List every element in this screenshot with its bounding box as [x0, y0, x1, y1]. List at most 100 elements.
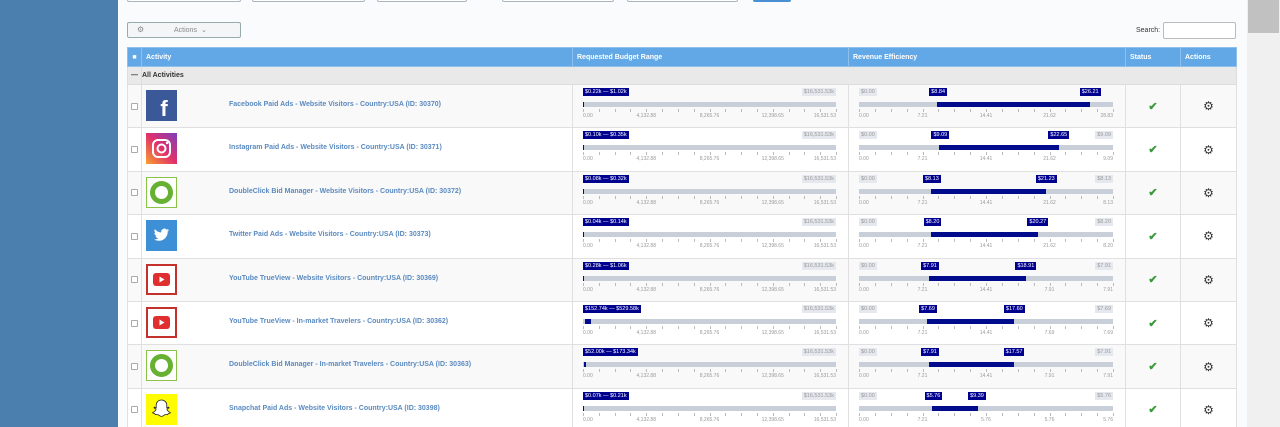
range-track[interactable]	[859, 102, 1113, 107]
range-fill[interactable]	[583, 145, 584, 151]
filter-5[interactable]	[627, 0, 738, 2]
table-row[interactable]: Instagram Paid Ads - Website Visitors - …	[127, 127, 1237, 172]
efficiency-range-slider[interactable]: $0.00 $5.76 $9.39 $5.76 0.00 7.21 5.76 5.76 5.76	[859, 389, 1114, 427]
range-fill[interactable]	[583, 232, 584, 238]
budget-range-slider[interactable]: $52.00k — $173.34k $16,531.53k 0.00 4,132.8…	[583, 345, 837, 388]
gear-icon[interactable]: ⚙	[1203, 143, 1214, 157]
table-row[interactable]: YouTube TrueView - In-market Travelers -…	[127, 300, 1237, 346]
gear-icon[interactable]: ⚙	[1203, 316, 1214, 330]
scrollbar-track[interactable]	[1247, 0, 1280, 427]
gear-icon[interactable]: ⚙	[1203, 99, 1214, 113]
tick-mark	[677, 369, 679, 373]
range-track[interactable]	[583, 102, 836, 107]
header-activity[interactable]: Activity	[141, 47, 573, 67]
range-fill[interactable]	[939, 145, 1059, 151]
table-row[interactable]: f Facebook Paid Ads - Website Visitors - …	[127, 83, 1237, 129]
gear-icon[interactable]: ⚙	[1203, 403, 1214, 417]
table-row[interactable]: Snapchat Paid Ads - Website Visitors - C…	[127, 387, 1237, 427]
budget-range-slider[interactable]: $0.04k — $0.14k $16,531.53k 0.00 4,132.88 8,…	[583, 215, 837, 258]
row-checkbox[interactable]	[131, 406, 138, 414]
activity-link[interactable]: YouTube TrueView - In-market Travelers -…	[229, 318, 448, 325]
activity-link[interactable]: DoubleClick Bid Manager - In-market Trav…	[229, 361, 471, 368]
efficiency-range-slider[interactable]: $0.00 $8.84 $26.21 0.00 7.21 14.41 21.62 28.83	[859, 85, 1114, 128]
row-checkbox[interactable]	[131, 363, 138, 371]
range-track[interactable]	[583, 362, 836, 368]
efficiency-range-slider[interactable]: $0.00 $7.69 $17.60 $7.69 0.00 7.21 14.41 7.69 7.…	[859, 302, 1114, 345]
range-fill[interactable]	[583, 102, 584, 107]
table-row[interactable]: YouTube TrueView - Website Visitors - Co…	[127, 257, 1237, 302]
group-row[interactable]: — All Activities	[127, 66, 1237, 85]
range-track[interactable]	[859, 188, 1113, 194]
filter-2[interactable]	[252, 0, 365, 2]
row-checkbox[interactable]	[131, 232, 138, 240]
range-track[interactable]	[583, 232, 836, 238]
efficiency-range-slider[interactable]: $0.00 $7.91 $17.57 $7.91 0.00 7.21 14.41 7.91 7.…	[859, 345, 1114, 388]
efficiency-range-slider[interactable]: $0.00 $8.20 $20.27 $8.20 0.00 7.21 14.41 21.62 8…	[859, 215, 1114, 258]
range-track[interactable]	[583, 318, 836, 324]
row-checkbox[interactable]	[131, 319, 138, 327]
search-input[interactable]	[1163, 22, 1236, 39]
apply-filter-button[interactable]	[753, 0, 791, 2]
actions-dropdown[interactable]: ⚙ Actions ⌄	[127, 22, 241, 38]
header-revenue-efficiency[interactable]: Revenue Efficiency	[848, 47, 1126, 67]
activity-link[interactable]: Facebook Paid Ads - Website Visitors - C…	[229, 101, 441, 108]
filter-3[interactable]	[377, 0, 467, 2]
range-fill[interactable]	[930, 188, 1047, 194]
range-fill[interactable]	[928, 275, 1026, 281]
range-track[interactable]	[859, 405, 1113, 411]
range-fill[interactable]	[926, 318, 1015, 324]
row-checkbox[interactable]	[131, 102, 138, 110]
range-fill[interactable]	[932, 405, 979, 411]
range-track[interactable]	[583, 145, 836, 151]
select-all-header[interactable]: ■	[127, 47, 142, 67]
activity-link[interactable]: YouTube TrueView - Website Visitors - Co…	[229, 275, 438, 282]
table-row[interactable]: DoubleClick Bid Manager - In-market Trav…	[127, 344, 1237, 389]
range-fill[interactable]	[583, 362, 586, 368]
activity-link[interactable]: DoubleClick Bid Manager - Website Visito…	[229, 188, 461, 195]
range-track[interactable]	[583, 188, 836, 194]
range-track[interactable]	[859, 275, 1113, 281]
efficiency-range-slider[interactable]: $0.00 $7.91 $18.91 $7.91 0.00 7.21 14.41 7.91 7.…	[859, 259, 1114, 302]
range-track[interactable]	[583, 405, 836, 411]
budget-range-slider[interactable]: $0.10k — $0.35k $16,531.53k 0.00 4,132.88 8,…	[583, 128, 837, 171]
header-budget-range[interactable]: Requested Budget Range	[572, 47, 849, 67]
range-track[interactable]	[859, 145, 1113, 151]
gear-icon[interactable]: ⚙	[1203, 229, 1214, 243]
row-checkbox[interactable]	[131, 189, 138, 197]
row-checkbox[interactable]	[131, 276, 138, 284]
efficiency-range-slider[interactable]: $0.00 $9.09 $22.65 $9.09 0.00 7.21 14.41 21.62 9…	[859, 128, 1114, 171]
collapse-icon[interactable]: —	[127, 66, 142, 85]
row-checkbox[interactable]	[131, 146, 138, 154]
budget-range-slider[interactable]: $0.22k — $1.02k $16,531.53k 0.00 4,132.88 8,…	[583, 85, 837, 128]
gear-icon[interactable]: ⚙	[1203, 273, 1214, 287]
range-fill[interactable]	[583, 188, 584, 194]
activity-link[interactable]: Twitter Paid Ads - Website Visitors - Co…	[229, 231, 431, 238]
range-track[interactable]	[583, 275, 836, 281]
activity-link[interactable]: Instagram Paid Ads - Website Visitors - …	[229, 144, 442, 151]
range-track[interactable]	[859, 318, 1113, 324]
range-track[interactable]	[859, 232, 1113, 238]
range-fill[interactable]	[585, 318, 592, 324]
header-actions[interactable]: Actions	[1180, 47, 1237, 67]
activity-link[interactable]: Snapchat Paid Ads - Website Visitors - C…	[229, 405, 440, 412]
tick-mark	[772, 325, 774, 329]
budget-range-slider[interactable]: $0.08k — $0.32k $16,531.53k 0.00 4,132.88 8,…	[583, 172, 837, 215]
gear-icon[interactable]: ⚙	[1203, 360, 1214, 374]
range-fill[interactable]	[931, 232, 1038, 238]
range-fill[interactable]	[936, 102, 1090, 107]
range-track[interactable]	[859, 362, 1113, 368]
range-fill[interactable]	[928, 362, 1014, 368]
table-row[interactable]: Twitter Paid Ads - Website Visitors - Co…	[127, 214, 1237, 259]
budget-range-slider[interactable]: $152.74k — $529.58k $16,531.53k 0.00 4,132.…	[583, 302, 837, 345]
table-row[interactable]: DoubleClick Bid Manager - Website Visito…	[127, 170, 1237, 216]
budget-range-slider[interactable]: $0.28k — $1.06k $16,531.53k 0.00 4,132.88 8,…	[583, 259, 837, 302]
header-status[interactable]: Status	[1125, 47, 1181, 67]
budget-range-slider[interactable]: $0.07k — $0.21k $16,531.53k 0.00 4,132.88 8,…	[583, 389, 837, 427]
gear-icon[interactable]: ⚙	[1203, 186, 1214, 200]
range-fill[interactable]	[583, 405, 584, 411]
range-fill[interactable]	[583, 275, 584, 281]
efficiency-range-slider[interactable]: $0.00 $8.13 $21.23 $8.13 0.00 7.21 14.41 21.62 8…	[859, 172, 1114, 215]
scrollbar-thumb[interactable]	[1248, 0, 1279, 33]
filter-4[interactable]	[502, 0, 614, 2]
filter-1[interactable]	[127, 0, 241, 2]
